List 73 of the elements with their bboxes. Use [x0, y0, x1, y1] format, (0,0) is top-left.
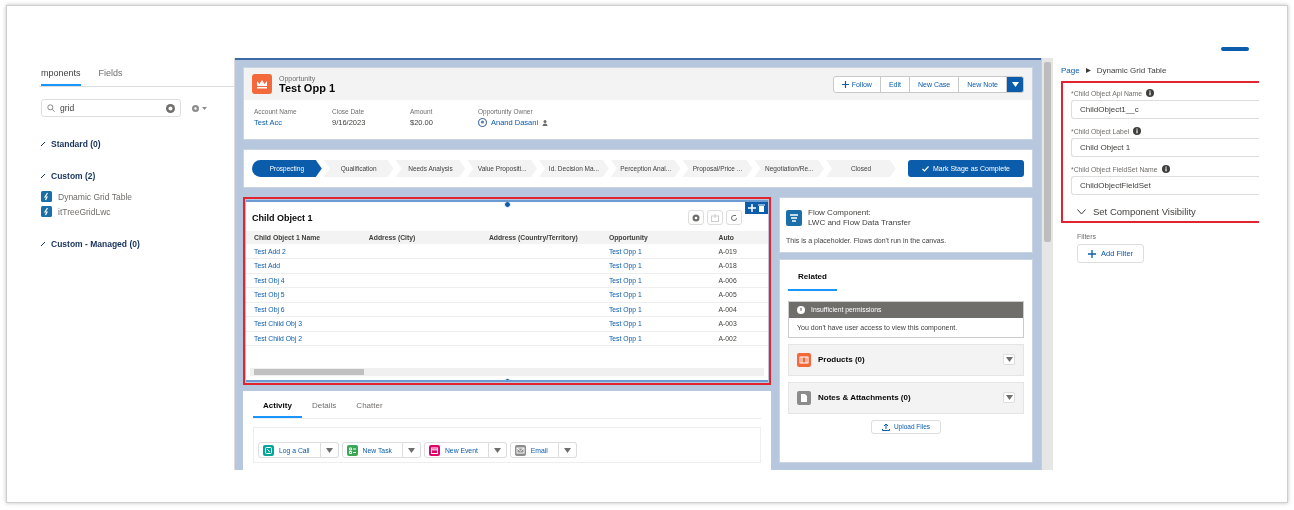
related-list-title[interactable]: Products (0)	[818, 355, 996, 365]
move-icon[interactable]	[748, 204, 756, 212]
table-title: Child Object 1	[252, 212, 314, 223]
tab-indicator	[1221, 47, 1249, 51]
clear-icon[interactable]	[166, 103, 175, 113]
vertical-scrollbar[interactable]	[1041, 58, 1053, 470]
more-actions-button[interactable]	[1006, 75, 1024, 93]
section-title[interactable]: Custom - Managed (0)	[51, 239, 140, 249]
caret-icon	[1011, 81, 1019, 87]
input-field[interactable]: ChildObjectFieldSet	[1071, 176, 1259, 195]
plus-icon	[1088, 249, 1096, 258]
panel-tab[interactable]: mponents	[41, 64, 81, 86]
settings-button[interactable]	[688, 210, 704, 225]
section-title[interactable]: Custom (2)	[51, 171, 96, 181]
phone-icon	[263, 444, 274, 456]
search-icon	[47, 104, 55, 112]
refresh-button[interactable]	[726, 210, 742, 225]
caret-icon	[493, 447, 501, 453]
section-title[interactable]: Set Component Visibility	[1093, 206, 1196, 217]
flow-subtitle: LWC and Flow Data Transfer	[808, 218, 911, 229]
caret-icon	[1005, 395, 1013, 401]
breadcrumb-current: Dynamic Grid Table	[1096, 66, 1167, 75]
info-icon	[1133, 127, 1142, 135]
activity-tab[interactable]: Activity	[253, 395, 302, 418]
settings-icon[interactable]	[191, 103, 200, 113]
input-field[interactable]: Child Object 1	[1071, 138, 1259, 157]
caret-icon	[407, 447, 415, 453]
crown-icon	[252, 74, 272, 94]
refresh-icon	[730, 213, 738, 222]
plus-icon	[841, 80, 849, 88]
caret-icon	[325, 447, 333, 453]
caret-icon	[563, 447, 571, 453]
task-icon	[346, 444, 358, 456]
section-title[interactable]: Standard (0)	[51, 139, 101, 149]
flow-icon	[786, 210, 802, 227]
dropdown-button[interactable]	[1003, 392, 1015, 404]
search-field[interactable]: grid	[41, 99, 181, 117]
caret-icon[interactable]	[202, 106, 207, 110]
alert-icon	[797, 305, 805, 314]
related-tab[interactable]: Related	[788, 263, 837, 291]
horizontal-scrollbar[interactable]	[250, 368, 764, 376]
activity-tab[interactable]: Details	[301, 395, 347, 418]
dropdown-button[interactable]	[488, 442, 507, 458]
info-icon	[1161, 165, 1170, 173]
dropdown-button[interactable]	[1003, 354, 1015, 366]
breadcrumb-link[interactable]: Page	[1061, 66, 1080, 75]
input-field[interactable]: ChildObject1__c	[1071, 100, 1259, 119]
chevron-down-icon[interactable]	[1077, 208, 1086, 215]
document-icon	[797, 390, 811, 405]
info-icon	[1146, 89, 1155, 97]
calendar-icon	[428, 444, 440, 456]
activity-tab[interactable]: Chatter	[346, 395, 393, 418]
dropdown-button[interactable]	[402, 442, 421, 458]
caret-icon	[1005, 357, 1013, 363]
related-list-title[interactable]: Notes & Attachments (0)	[818, 393, 996, 403]
component-item[interactable]: Dynamic Grid Table	[58, 191, 132, 202]
component-item[interactable]: itTreeGridLwc	[58, 206, 111, 217]
products-icon	[797, 352, 811, 367]
flow-title: Flow Component:	[808, 208, 872, 219]
resize-handle[interactable]	[504, 202, 511, 208]
dropdown-button[interactable]	[558, 442, 577, 458]
panel-tab[interactable]: Fields	[98, 64, 123, 86]
change-owner-icon[interactable]	[542, 119, 550, 126]
export-icon	[711, 213, 719, 222]
envelope-icon	[514, 444, 526, 456]
lightning-component-icon	[41, 191, 52, 202]
upload-icon	[881, 422, 890, 431]
dropdown-button[interactable]	[320, 442, 339, 458]
settings-icon	[692, 213, 700, 222]
user-avatar-icon	[478, 118, 487, 127]
lightning-component-icon	[41, 206, 52, 217]
check-icon	[921, 165, 929, 172]
delete-icon[interactable]	[758, 204, 765, 212]
